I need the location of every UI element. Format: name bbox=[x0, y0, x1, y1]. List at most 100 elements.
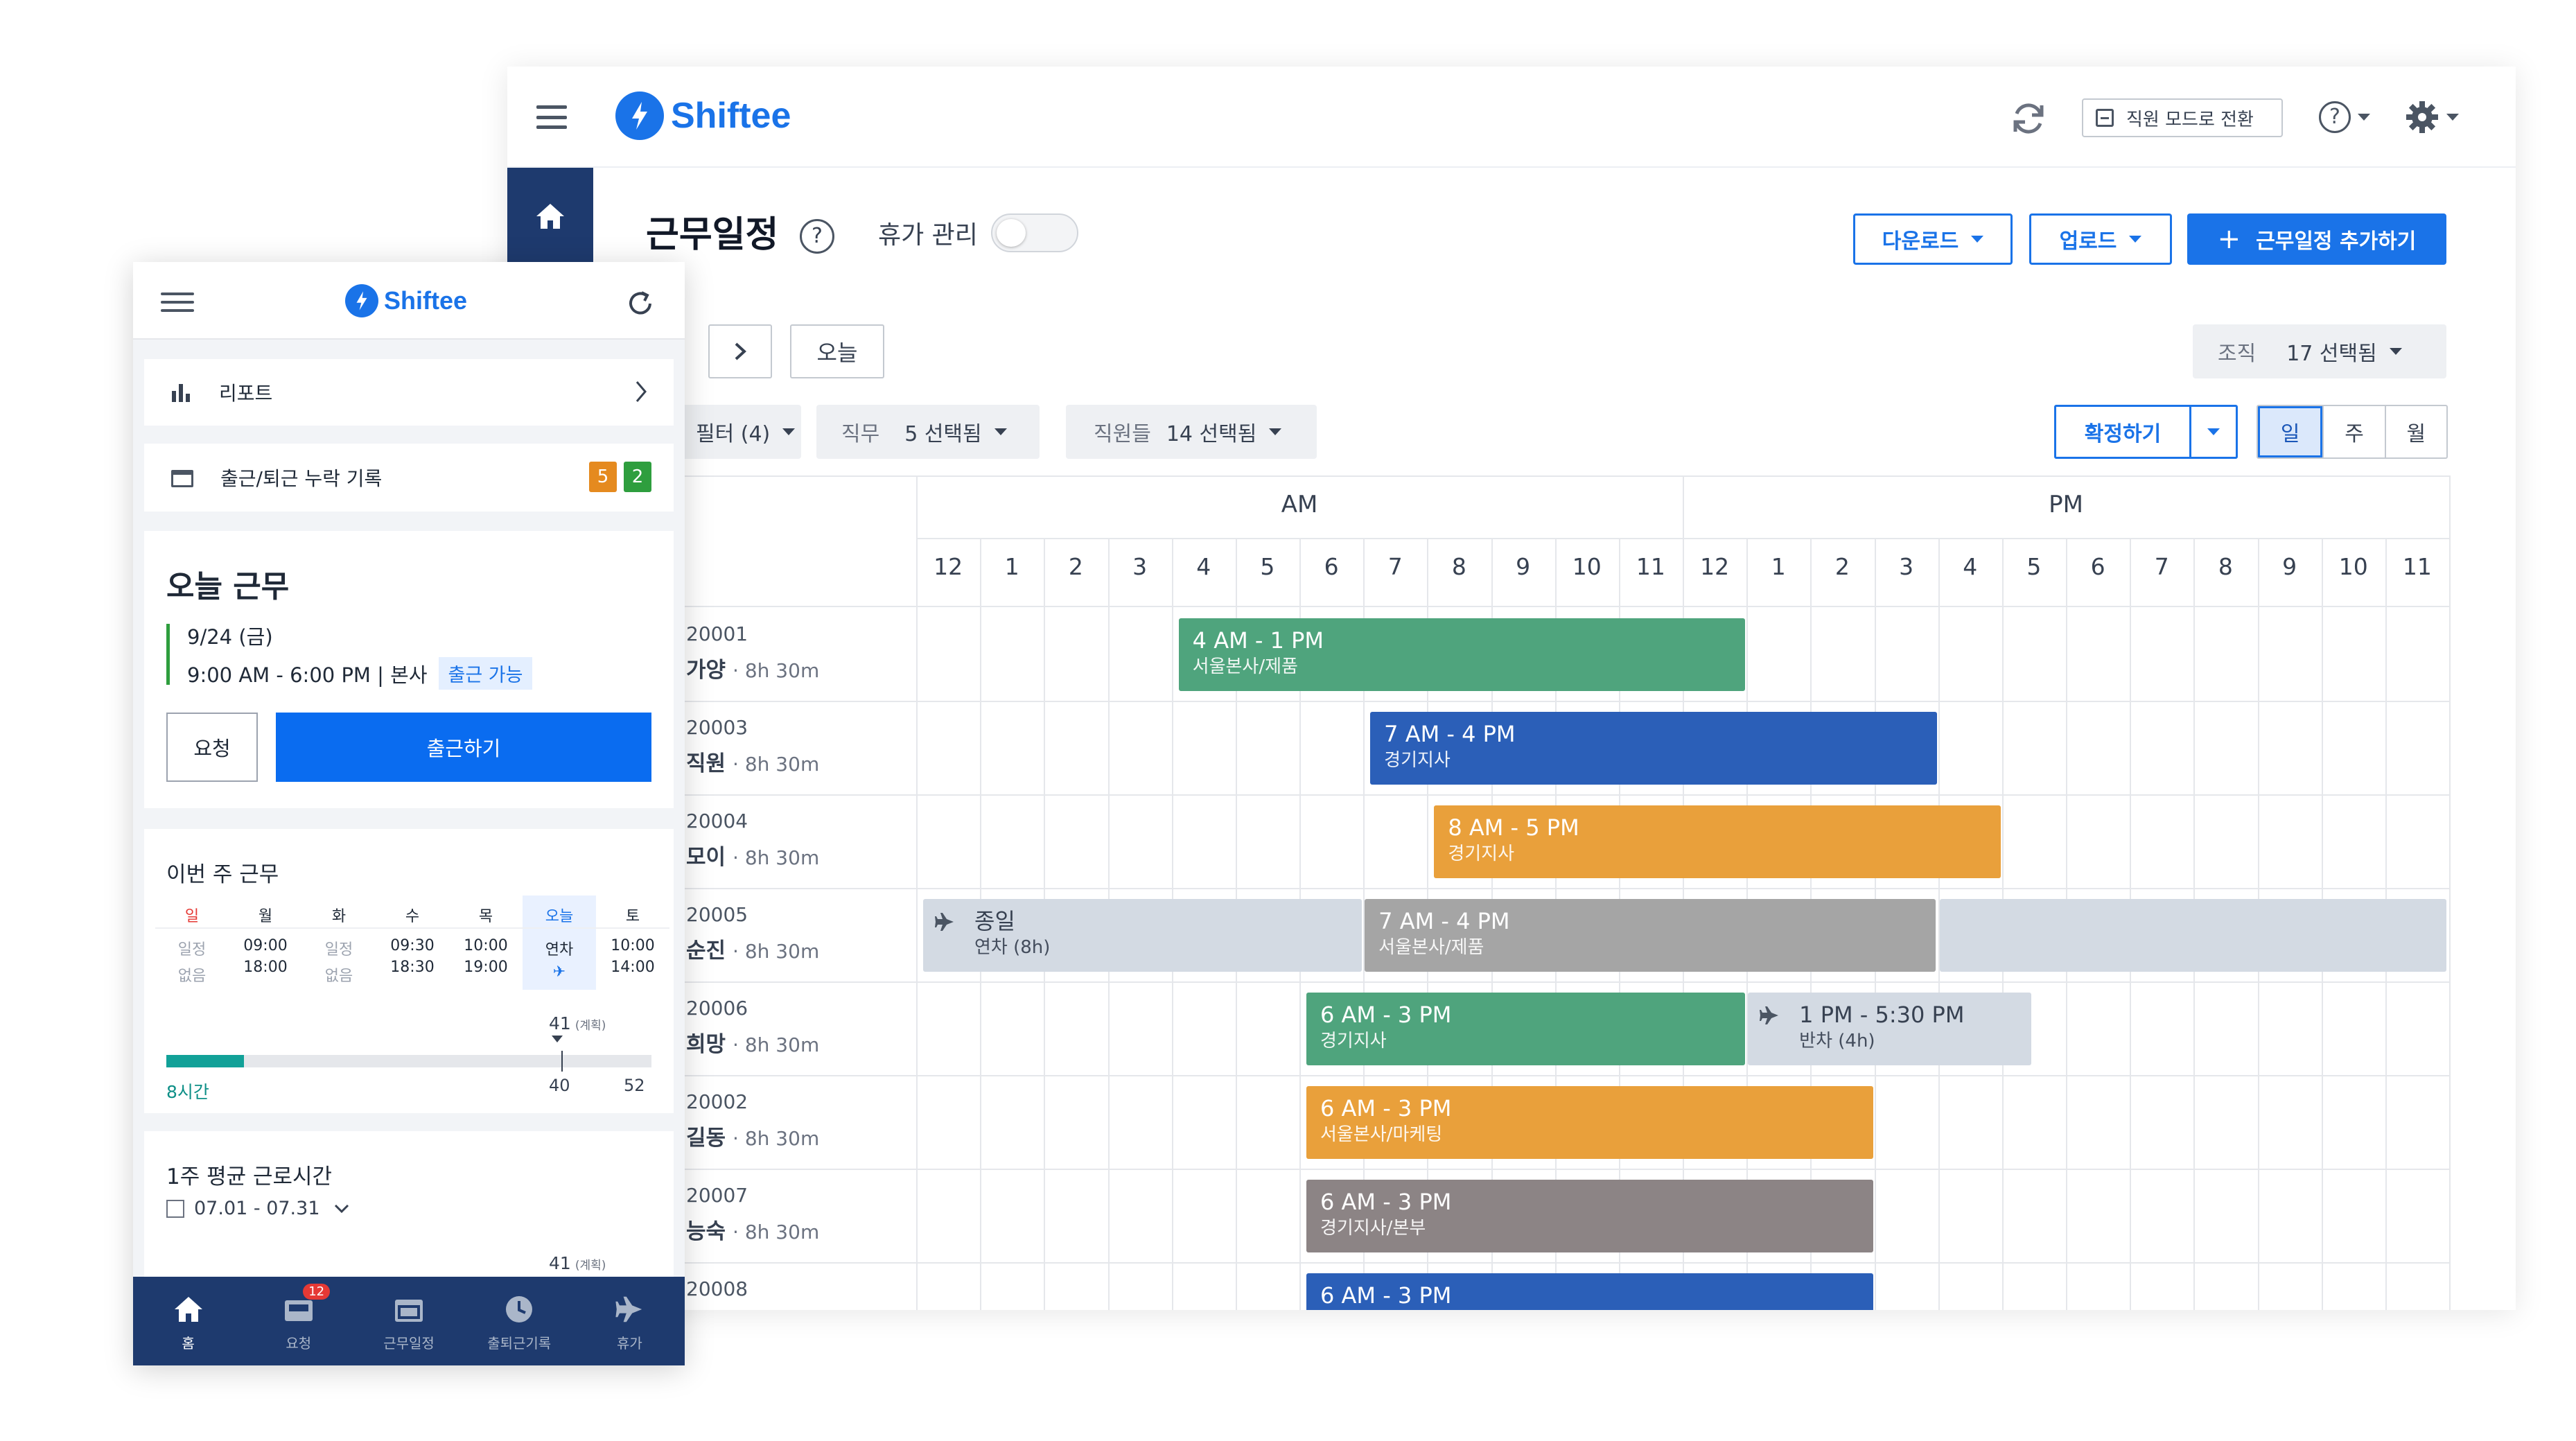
employee-hours: · 8h 30m bbox=[733, 1033, 820, 1056]
plus-icon: + bbox=[2217, 223, 2241, 255]
bottom-nav-clock[interactable]: 출퇴근기록 bbox=[464, 1277, 575, 1365]
leave-block[interactable] bbox=[1939, 899, 2446, 972]
mode-switch-button[interactable]: 직원 모드로 전환 bbox=[2082, 98, 2283, 137]
add-schedule-button[interactable]: + 근무일정 추가하기 bbox=[2187, 213, 2446, 265]
shift-block[interactable]: 6 AM - 3 PM 서울본사/마케팅 bbox=[1306, 1086, 1873, 1159]
help-badge[interactable]: ? bbox=[800, 219, 834, 254]
hour-label: 6 bbox=[1324, 553, 1339, 580]
row-divider bbox=[646, 1262, 2449, 1264]
vacation-toggle[interactable] bbox=[991, 213, 1078, 252]
settings-menu[interactable] bbox=[2405, 100, 2459, 134]
shift-place: 서울본사/제품 bbox=[1192, 656, 1298, 677]
range-value: 07.01 - 07.31 bbox=[194, 1198, 320, 1219]
next-day-button[interactable] bbox=[708, 324, 772, 378]
bolt-icon bbox=[345, 284, 378, 317]
request-button[interactable]: 요청 bbox=[166, 713, 258, 782]
hour-label: 6 bbox=[2090, 553, 2105, 580]
row-divider bbox=[646, 1169, 2449, 1170]
employee-name-text: 능숙 bbox=[686, 1219, 726, 1244]
sidebar-item-home[interactable] bbox=[507, 168, 593, 265]
confirm-dropdown[interactable] bbox=[2189, 405, 2238, 459]
bottom-nav-plane[interactable]: 휴가 bbox=[575, 1277, 685, 1365]
employee-name-text: 순진 bbox=[686, 938, 726, 963]
calendar-icon bbox=[166, 1199, 184, 1218]
leave-block[interactable]: 종일 연차 (8h) bbox=[923, 899, 1363, 972]
leave-block[interactable]: 1 PM - 5:30 PM 반차 (4h) bbox=[1748, 993, 2031, 1065]
shift-place: 서울본사/제품 bbox=[1378, 937, 1484, 958]
shift-block[interactable]: 4 AM - 1 PM 서울본사/제품 bbox=[1178, 618, 1746, 691]
week-day[interactable]: 토 10:00 14:00 bbox=[596, 896, 669, 990]
logo[interactable]: Shiftee bbox=[615, 91, 791, 140]
shift-block[interactable]: 6 AM - 3 PM bbox=[1306, 1273, 1873, 1310]
hour-label: 11 bbox=[1636, 553, 1665, 580]
week-day-label: 일 bbox=[155, 896, 229, 929]
today-button[interactable]: 오늘 bbox=[790, 324, 884, 378]
hour-label: 12 bbox=[934, 553, 963, 580]
view-2[interactable]: 월 bbox=[2384, 406, 2446, 457]
week-day[interactable]: 화 일정 없음 bbox=[302, 896, 376, 990]
job-select[interactable]: 직무 5 선택됨 bbox=[816, 405, 1040, 459]
pm-label: PM bbox=[2049, 491, 2083, 518]
staff-select[interactable]: 직원들 14 선택됨 bbox=[1066, 405, 1317, 459]
report-label: 리포트 bbox=[219, 382, 273, 405]
week-day[interactable]: 오늘 연차 ✈ bbox=[523, 896, 596, 990]
row-divider bbox=[646, 1075, 2449, 1076]
hour-label: 4 bbox=[1963, 553, 1978, 580]
week-day[interactable]: 월 09:00 18:00 bbox=[229, 896, 302, 990]
shift-block[interactable]: 6 AM - 3 PM 경기지사 bbox=[1306, 993, 1746, 1065]
week-day[interactable]: 일 일정 없음 bbox=[155, 896, 229, 990]
hour-label: 1 bbox=[1771, 553, 1786, 580]
brand-name: Shiftee bbox=[671, 96, 791, 136]
bottom-nav-inbox[interactable]: 12 요청 bbox=[243, 1277, 353, 1365]
shift-block[interactable]: 6 AM - 3 PM 경기지사/본부 bbox=[1306, 1180, 1873, 1252]
org-select[interactable]: 조직 17 선택됨 bbox=[2193, 324, 2446, 378]
week-day-line1: 일정 bbox=[324, 941, 353, 959]
shift-block[interactable]: 7 AM - 4 PM 경기지사 bbox=[1370, 712, 1937, 785]
week-day[interactable]: 수 09:30 18:30 bbox=[376, 896, 449, 990]
menu-icon[interactable] bbox=[536, 105, 567, 129]
week-marker-note: (계획) bbox=[575, 1019, 606, 1033]
week-day-line1: 10:00 bbox=[464, 937, 508, 954]
week-day[interactable]: 목 10:00 19:00 bbox=[449, 896, 523, 990]
employee-id: 20002 bbox=[686, 1090, 748, 1113]
shift-place: 경기지사 bbox=[1320, 1031, 1387, 1051]
week-day-line1: 09:30 bbox=[390, 937, 435, 954]
missing-records-row[interactable]: 출근/퇴근 누락 기록 52 bbox=[144, 444, 674, 512]
refresh-icon[interactable] bbox=[627, 290, 654, 320]
view-1[interactable]: 주 bbox=[2322, 406, 2384, 457]
menu-icon[interactable] bbox=[161, 292, 194, 312]
confirm-button[interactable]: 확정하기 bbox=[2054, 405, 2191, 459]
refresh-icon[interactable] bbox=[2010, 100, 2047, 140]
employee-id: 20007 bbox=[686, 1184, 748, 1207]
employee-hours: · 8h 30m bbox=[733, 753, 820, 776]
clock-in-button[interactable]: 출근하기 bbox=[276, 713, 651, 782]
employee-name: 희망 · 8h 30m bbox=[686, 1027, 819, 1058]
job-label: 직무 bbox=[841, 422, 880, 446]
download-button[interactable]: 다운로드 bbox=[1853, 213, 2013, 265]
mobile-app: Shiftee 리포트 출근/퇴근 누락 기록 52 오늘 근무 9/24 (금… bbox=[133, 262, 685, 1365]
bottom-nav-home[interactable]: 홈 bbox=[133, 1277, 243, 1365]
week-progress-fill bbox=[166, 1055, 244, 1067]
employee-name-text: 길동 bbox=[686, 1126, 726, 1151]
range-select[interactable]: 07.01 - 07.31 bbox=[166, 1198, 349, 1219]
upload-button[interactable]: 업로드 bbox=[2029, 213, 2172, 265]
shift-time: 1 PM - 5:30 PM bbox=[1799, 1002, 1965, 1028]
employee-hours: · 8h 30m bbox=[733, 1127, 820, 1150]
view-switcher: 일주월 bbox=[2257, 405, 2448, 459]
week-day-line2: 없음 bbox=[324, 968, 353, 985]
shift-block[interactable]: 7 AM - 4 PM 서울본사/제품 bbox=[1365, 899, 1936, 972]
plane-icon bbox=[934, 911, 955, 935]
bottom-nav-calendar[interactable]: 근무일정 bbox=[353, 1277, 464, 1365]
help-menu[interactable]: ? bbox=[2319, 101, 2370, 133]
view-0[interactable]: 일 bbox=[2258, 406, 2323, 457]
worked-hours: 8시간 bbox=[166, 1082, 209, 1102]
employee-name: 모이 · 8h 30m bbox=[686, 839, 819, 871]
count-badge: 2 bbox=[624, 462, 651, 492]
report-row[interactable]: 리포트 bbox=[144, 359, 674, 426]
week-day-line1: 10:00 bbox=[611, 937, 655, 954]
chevron-down-icon bbox=[2389, 348, 2402, 355]
week-title: 이번 주 근무 bbox=[166, 862, 279, 887]
hour-label: 5 bbox=[1260, 553, 1275, 580]
staff-label: 직원들 bbox=[1094, 422, 1151, 446]
shift-block[interactable]: 8 AM - 5 PM 경기지사 bbox=[1434, 805, 2001, 878]
